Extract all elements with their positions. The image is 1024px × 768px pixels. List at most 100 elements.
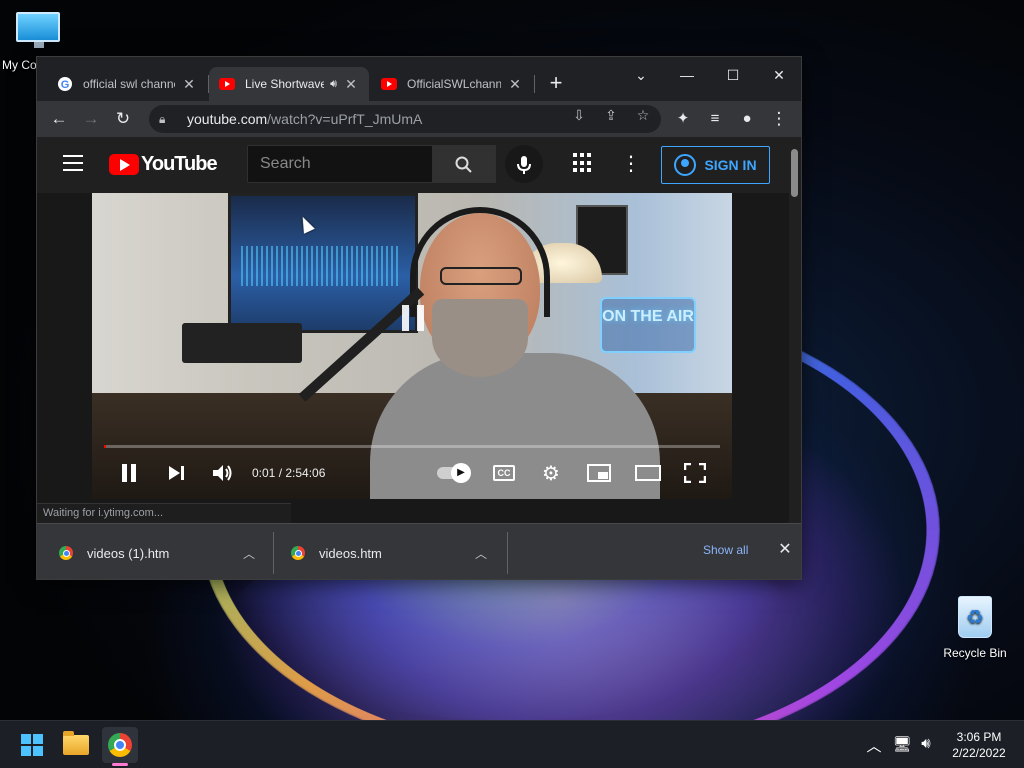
maximize-button[interactable]: ☐ — [713, 61, 753, 89]
microphone-icon — [517, 156, 531, 175]
sign-in-label: SIGN IN — [704, 157, 757, 173]
sign-in-button[interactable]: SIGN IN — [661, 146, 770, 184]
speaker-icon[interactable]: 🔊︎ — [330, 78, 337, 91]
chrome-taskbar-button[interactable] — [102, 727, 138, 763]
close-tab-icon[interactable]: ✕ — [181, 76, 197, 93]
address-path: /watch?v=uPrfT_JmUmA — [267, 111, 423, 127]
windows-logo-icon — [21, 734, 43, 756]
close-tab-icon[interactable]: ✕ — [507, 76, 523, 93]
chevron-up-icon[interactable]: ︿ — [471, 545, 491, 562]
profile-icon[interactable]: ● — [733, 105, 761, 133]
download-shelf: videos (1).htm ︿ videos.htm ︿ Show all ✕ — [37, 523, 801, 579]
youtube-page: YouTube Search ⋮ SIGN IN ON THE AIR 0:01… — [37, 137, 801, 523]
youtube-play-icon — [109, 154, 139, 175]
desktop-icon-my-computer[interactable]: My Co — [0, 8, 60, 72]
lock-icon[interactable]: 🔒︎ — [159, 112, 177, 127]
download-item[interactable]: videos.htm ︿ — [291, 532, 491, 574]
miniplayer-button[interactable] — [586, 459, 612, 487]
address-host: youtube.com — [187, 111, 268, 127]
install-icon[interactable]: ⇩ — [567, 105, 591, 125]
search-input[interactable]: Search — [247, 145, 433, 183]
recycle-bin-icon: ♻ — [958, 596, 992, 638]
minimize-button[interactable]: — — [667, 61, 707, 89]
show-all-downloads-link[interactable]: Show all — [703, 543, 748, 557]
autoplay-toggle[interactable]: ▶ — [434, 459, 471, 487]
captions-button[interactable]: CC — [492, 459, 516, 487]
theater-mode-button[interactable] — [634, 459, 662, 487]
youtube-icon — [219, 76, 235, 92]
status-bubble: Waiting for i.ytimg.com... — [37, 503, 291, 523]
download-filename: videos.htm — [319, 545, 382, 561]
taskbar: ︿ 🖥︎ 🔊︎ 3:06 PM 2/22/2022 — [0, 720, 1024, 768]
download-item[interactable]: videos (1).htm ︿ — [59, 532, 259, 574]
close-shelf-icon[interactable]: ✕ — [775, 539, 795, 559]
tab-live-shortwave[interactable]: Live Shortwave 🔊︎ ✕ — [209, 67, 369, 101]
volume-icon — [213, 465, 232, 481]
youtube-logo-text: YouTube — [141, 153, 218, 175]
close-window-button[interactable]: ✕ — [759, 61, 799, 89]
youtube-apps-grid-icon[interactable] — [573, 153, 593, 173]
tab-title: OfficialSWLchanne — [407, 77, 501, 91]
back-button[interactable]: ← — [45, 105, 73, 133]
theater-icon — [635, 465, 661, 481]
hamburger-menu-icon[interactable] — [63, 155, 83, 171]
close-tab-icon[interactable]: ✕ — [343, 76, 359, 93]
clock-time: 3:06 PM — [956, 730, 1002, 744]
miniplayer-icon — [587, 464, 611, 482]
fullscreen-button[interactable] — [682, 459, 708, 487]
desktop-icon-label: Recycle Bin — [943, 646, 1007, 660]
pause-overlay-icon — [402, 305, 424, 331]
tab-title: Live Shortwave — [245, 77, 325, 91]
share-icon[interactable]: ⇪ — [599, 105, 623, 125]
tab-officialswl[interactable]: OfficialSWLchanne ✕ — [371, 67, 533, 101]
play-icon: ▶ — [451, 463, 471, 483]
progress-bar[interactable] — [104, 445, 720, 448]
reload-button[interactable]: ↻ — [109, 105, 137, 133]
taskbar-clock[interactable]: 3:06 PM 2/22/2022 — [940, 729, 1018, 761]
chrome-file-icon — [59, 546, 73, 560]
next-button[interactable] — [164, 459, 190, 487]
pause-button[interactable] — [116, 459, 142, 487]
google-icon: G — [57, 76, 73, 92]
search-icon — [455, 156, 472, 173]
media-controls-icon[interactable]: ≡ — [701, 105, 729, 133]
monitor-icon — [16, 12, 60, 42]
extensions-icon[interactable]: ✦ — [669, 105, 697, 133]
download-filename: videos (1).htm — [87, 545, 170, 561]
settings-gear-icon[interactable]: ⚙ — [538, 459, 564, 487]
folder-icon — [63, 731, 89, 755]
youtube-logo[interactable]: YouTube — [109, 153, 218, 176]
youtube-header: YouTube Search ⋮ SIGN IN — [37, 137, 789, 193]
settings-kebab-icon[interactable]: ⋮ — [621, 151, 641, 176]
video-player[interactable]: ON THE AIR 0:01 / 2:54:06 ▶ CC ⚙ — [92, 193, 732, 499]
chevron-up-icon[interactable]: ︿ — [239, 545, 259, 562]
search-button[interactable] — [432, 145, 496, 183]
account-circle-icon — [674, 154, 697, 176]
desktop-icon-recycle-bin[interactable]: ♻ Recycle Bin — [940, 596, 1010, 660]
tab-title: official swl channe — [83, 77, 175, 91]
tab-search-dropdown-button[interactable]: ⌄ — [621, 61, 661, 89]
start-button[interactable] — [14, 727, 50, 763]
file-explorer-button[interactable] — [58, 727, 94, 763]
voice-search-button[interactable] — [505, 145, 543, 183]
volume-button[interactable] — [210, 459, 236, 487]
menu-kebab-icon[interactable]: ⋮ — [765, 105, 793, 133]
time-display: 0:01 / 2:54:06 — [252, 466, 326, 480]
volume-tray-icon[interactable]: 🔊︎ — [916, 735, 936, 752]
svg-text:G: G — [61, 79, 70, 91]
chrome-window: G official swl channe ✕ Live Shortwave 🔊… — [36, 56, 802, 580]
clock-date: 2/22/2022 — [952, 746, 1006, 760]
forward-button[interactable]: → — [77, 105, 105, 133]
show-hidden-icons-chevron-icon[interactable]: ︿ — [864, 735, 884, 756]
new-tab-button[interactable]: + — [543, 71, 569, 97]
bookmark-star-icon[interactable]: ☆ — [631, 105, 655, 125]
captions-label: CC — [493, 465, 515, 481]
network-icon[interactable]: 🖥︎ — [892, 735, 912, 753]
chrome-icon — [108, 733, 132, 757]
youtube-icon — [381, 76, 397, 92]
desktop-icon-label: My Co — [2, 58, 37, 72]
tab-google-search[interactable]: G official swl channe ✕ — [47, 67, 207, 101]
scrollbar-thumb[interactable] — [791, 149, 798, 197]
page-scrollbar[interactable] — [789, 137, 801, 523]
progress-played — [104, 445, 107, 448]
